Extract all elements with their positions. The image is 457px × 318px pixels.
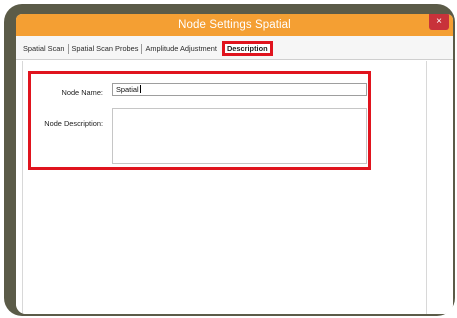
node-settings-window: Node Settings Spatial × Spatial Scan Spa…	[16, 14, 453, 314]
tab-list: Spatial Scan Spatial Scan Probes Amplitu…	[21, 41, 273, 56]
device-frame: Node Settings Spatial × Spatial Scan Spa…	[4, 4, 455, 316]
description-panel: Node Name: Spatial Node Description:	[16, 61, 453, 314]
tab-spatial-scan-probes[interactable]: Spatial Scan Probes	[70, 42, 141, 55]
close-button[interactable]: ×	[429, 14, 449, 30]
text-caret	[139, 85, 141, 93]
tab-separator	[67, 43, 69, 54]
window-title: Node Settings Spatial	[178, 19, 291, 31]
tab-bar: Spatial Scan Spatial Scan Probes Amplitu…	[16, 36, 453, 60]
node-description-textarea[interactable]	[112, 108, 367, 164]
node-name-label: Node Name:	[61, 88, 104, 97]
node-description-label: Node Description:	[44, 119, 103, 128]
title-bar[interactable]: Node Settings Spatial ×	[16, 14, 453, 36]
tab-separator	[141, 43, 143, 54]
left-border	[18, 61, 23, 314]
tab-amplitude-adjustment[interactable]: Amplitude Adjustment	[143, 42, 218, 55]
tab-spatial-scan[interactable]: Spatial Scan	[21, 42, 67, 55]
node-name-value: Spatial	[116, 85, 139, 94]
node-name-input[interactable]: Spatial	[112, 83, 367, 96]
right-side-panel	[426, 61, 451, 314]
description-form-highlight: Node Name: Spatial Node Description:	[28, 71, 371, 170]
close-icon: ×	[436, 16, 442, 27]
tab-description[interactable]: Description	[221, 41, 273, 56]
